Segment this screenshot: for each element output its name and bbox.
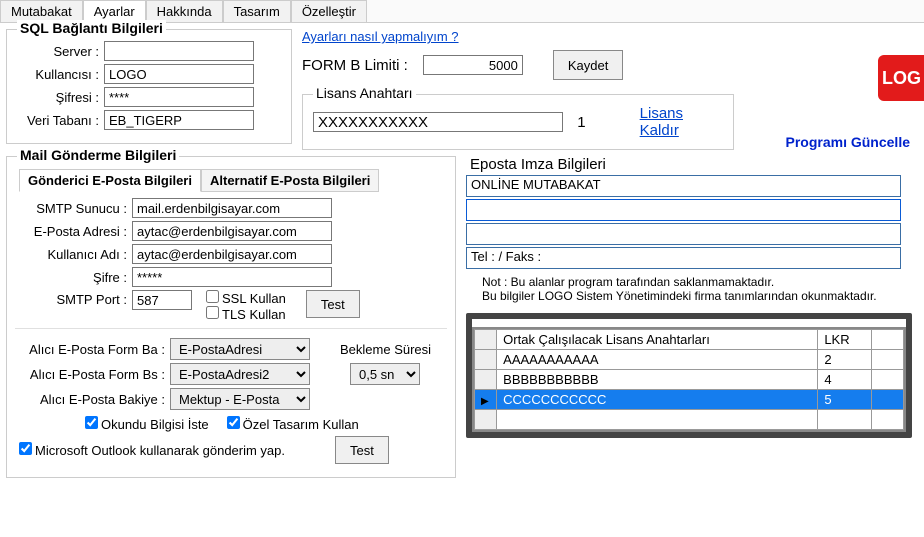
username-label: Kullanıcı Adı : xyxy=(17,247,127,262)
smtp-label: SMTP Sunucu : xyxy=(17,201,127,216)
mail-fieldset: Mail Gönderme Bilgileri Gönderici E-Post… xyxy=(6,156,456,478)
tab-tasarım[interactable]: Tasarım xyxy=(223,0,291,22)
smtp-input[interactable] xyxy=(132,198,332,218)
license-count: 1 xyxy=(577,114,585,131)
license-grid[interactable]: Ortak Çalışılacak Lisans Anahtarları LKR… xyxy=(472,327,906,432)
imza-line1[interactable]: ONLİNE MUTABAKAT xyxy=(466,175,901,197)
tab-hakkında[interactable]: Hakkında xyxy=(146,0,223,22)
grid-header-lkr: LKR xyxy=(818,330,872,350)
sql-server-input[interactable] xyxy=(104,41,254,61)
mail-subtabs: Gönderici E-Posta BilgileriAlternatif E-… xyxy=(19,169,443,192)
read-receipt-label: Okundu Bilgisi İste xyxy=(101,417,209,432)
outlook-test-button[interactable]: Test xyxy=(335,436,389,464)
tab-özelleştir[interactable]: Özelleştir xyxy=(291,0,367,22)
bakiye-select[interactable]: Mektup - E-Posta xyxy=(170,388,310,410)
forma-label: Alıcı E-Posta Form Ba : xyxy=(15,342,165,357)
port-input[interactable] xyxy=(132,290,192,310)
wait-label: Bekleme Süresi xyxy=(340,342,431,357)
license-grid-wrap: Ortak Çalışılacak Lisans Anahtarları LKR… xyxy=(466,313,912,438)
bakiye-label: Alıcı E-Posta Bakiye : xyxy=(15,392,165,407)
formb-input[interactable] xyxy=(423,55,523,75)
table-row[interactable] xyxy=(475,410,904,430)
sql-db-input[interactable] xyxy=(104,110,254,130)
mail-test-button[interactable]: Test xyxy=(306,290,360,318)
tls-check[interactable]: TLS Kullan xyxy=(206,307,286,322)
license-title: Lisans Anahtarı xyxy=(313,85,416,101)
imza-line2[interactable] xyxy=(466,199,901,221)
remove-license-link[interactable]: Lisans Kaldır xyxy=(640,105,723,139)
ssl-label: SSL Kullan xyxy=(222,291,286,306)
mail-subtab-0[interactable]: Gönderici E-Posta Bilgileri xyxy=(19,169,201,192)
sql-title: SQL Bağlantı Bilgileri xyxy=(17,20,166,36)
license-key-input[interactable] xyxy=(313,112,563,132)
grid-header-key: Ortak Çalışılacak Lisans Anahtarları xyxy=(497,330,818,350)
tab-mutabakat[interactable]: Mutabakat xyxy=(0,0,83,22)
sql-user-label: Kullancısı : xyxy=(17,67,99,82)
table-row[interactable]: CCCCCCCCCCC5 xyxy=(475,390,904,410)
custom-design-label: Özel Tasarım Kullan xyxy=(243,417,359,432)
sql-server-label: Server : xyxy=(17,44,99,59)
custom-design-check[interactable]: Özel Tasarım Kullan xyxy=(227,416,359,432)
sql-connection-fieldset: SQL Bağlantı Bilgileri Server : Kullancı… xyxy=(6,29,292,144)
table-row[interactable]: BBBBBBBBBBB4 xyxy=(475,370,904,390)
mail-title: Mail Gönderme Bilgileri xyxy=(17,147,179,163)
outlook-check[interactable]: Microsoft Outlook kullanarak gönderim ya… xyxy=(19,442,285,458)
username-input[interactable] xyxy=(132,244,332,264)
imza-line3[interactable] xyxy=(466,223,901,245)
wait-select[interactable]: 0,5 sn xyxy=(350,363,420,385)
imza-title: Eposta Imza Bilgileri xyxy=(470,156,606,173)
update-program-link[interactable]: Programı Güncelle xyxy=(786,134,910,150)
password-input[interactable] xyxy=(132,267,332,287)
email-addr-input[interactable] xyxy=(132,221,332,241)
read-receipt-check[interactable]: Okundu Bilgisi İste xyxy=(85,416,209,432)
license-fieldset: Lisans Anahtarı 1 Lisans Kaldır xyxy=(302,94,734,150)
brand-logo: LOG xyxy=(878,55,924,101)
sql-db-label: Veri Tabanı : xyxy=(17,113,99,128)
outlook-label: Microsoft Outlook kullanarak gönderim ya… xyxy=(35,443,285,458)
port-label: SMTP Port : xyxy=(17,290,127,307)
sql-user-input[interactable] xyxy=(104,64,254,84)
formb-alias-label: Alıcı E-Posta Form Bs : xyxy=(15,367,165,382)
ssl-check[interactable]: SSL Kullan xyxy=(206,291,286,306)
imza-line4[interactable]: Tel : / Faks : xyxy=(466,247,901,269)
formb-label: FORM B Limiti : xyxy=(302,57,408,74)
password-label: Şifre : xyxy=(17,270,127,285)
table-row[interactable]: AAAAAAAAAAA2 xyxy=(475,350,904,370)
sql-pass-input[interactable] xyxy=(104,87,254,107)
tls-label: TLS Kullan xyxy=(222,307,286,322)
sql-pass-label: Şifresi : xyxy=(17,90,99,105)
help-link[interactable]: Ayarları nasıl yapmalıyım ? xyxy=(302,29,459,44)
formb-select[interactable]: E-PostaAdresi2 xyxy=(170,363,310,385)
imza-note2: Bu bilgiler LOGO Sistem Yönetimindeki fi… xyxy=(482,289,920,303)
imza-note1: Not : Bu alanlar program tarafından sakl… xyxy=(482,275,920,289)
forma-select[interactable]: E-PostaAdresi xyxy=(170,338,310,360)
save-button[interactable]: Kaydet xyxy=(553,50,623,80)
mail-subtab-1[interactable]: Alternatif E-Posta Bilgileri xyxy=(201,169,379,192)
email-addr-label: E-Posta Adresi : xyxy=(17,224,127,239)
tab-ayarlar[interactable]: Ayarlar xyxy=(83,0,146,22)
